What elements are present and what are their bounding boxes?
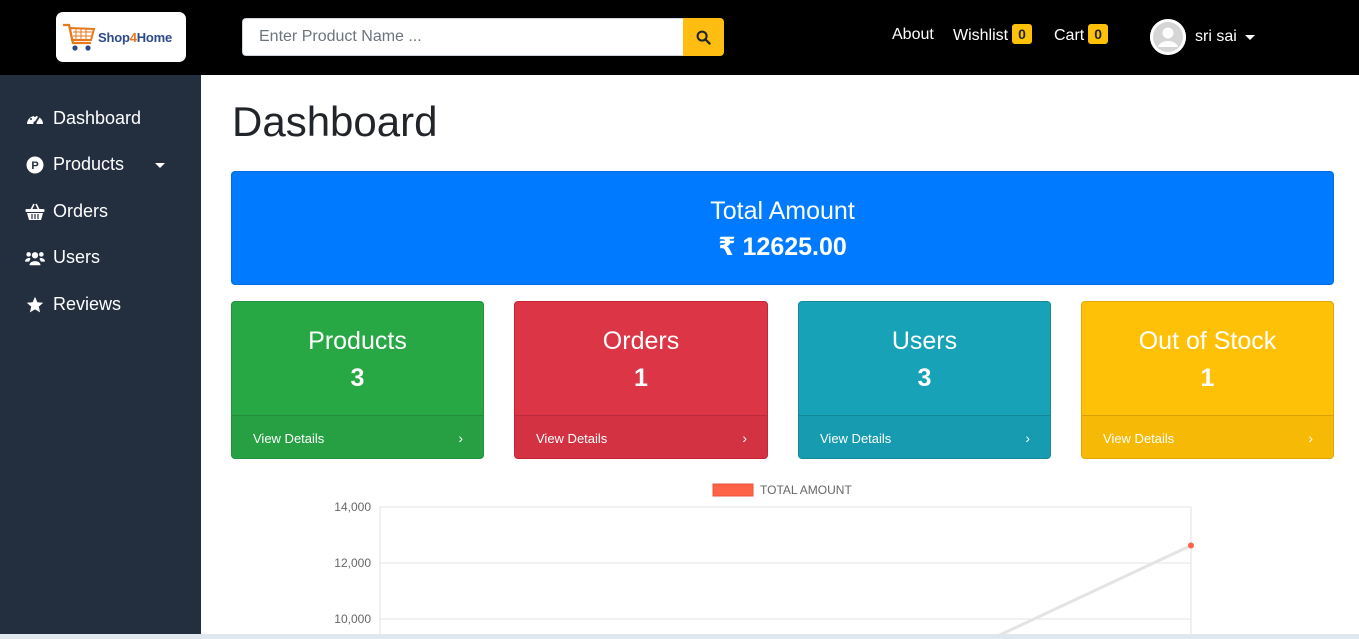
logo-text: Shop4Home: [98, 29, 173, 45]
card-label: Users: [891, 327, 958, 355]
sidebar-item-orders[interactable]: Orders: [25, 201, 108, 222]
user-name: sri sai: [1195, 28, 1237, 45]
series-line: [987, 544, 1192, 639]
search-bar: [242, 18, 724, 56]
y-tick-label: 12,000: [334, 556, 371, 570]
sidebar-item-dashboard[interactable]: Dashboard: [25, 108, 141, 129]
view-details-label: View Details: [253, 430, 325, 446]
products-card: Products 3 View Details ›: [231, 301, 484, 459]
card-label: Orders: [602, 327, 680, 355]
shop4home-logo[interactable]: Shop4Home: [56, 12, 186, 62]
star-icon: [25, 295, 45, 315]
view-details-link[interactable]: View Details ›: [515, 415, 767, 458]
card-value: 1: [634, 364, 648, 392]
horizontal-scrollbar[interactable]: [0, 634, 1359, 639]
y-tick-label: 10,000: [334, 612, 371, 626]
shopping-basket-icon: [25, 202, 45, 222]
cart-count-badge: 0: [1088, 24, 1109, 44]
view-details-label: View Details: [820, 430, 892, 446]
chevron-right-icon: ›: [742, 430, 747, 446]
chevron-right-icon: ›: [1025, 430, 1030, 446]
users-icon: [25, 248, 45, 268]
search-input[interactable]: [242, 18, 683, 56]
chevron-right-icon: ›: [458, 430, 463, 446]
legend-label: TOTAL AMOUNT: [760, 483, 852, 497]
cart-link[interactable]: Cart 0: [1054, 24, 1109, 45]
svg-text:P: P: [31, 160, 38, 172]
chevron-down-icon: [1244, 34, 1255, 40]
search-button[interactable]: [683, 18, 724, 56]
total-amount-card: Total Amount ₹ 12625.00: [231, 171, 1334, 285]
card-label: Out of Stock: [1138, 327, 1277, 355]
sidebar-item-label: Dashboard: [53, 108, 142, 128]
view-details-label: View Details: [536, 430, 608, 446]
view-details-link[interactable]: View Details ›: [232, 415, 483, 458]
total-amount-line-chart: 14,000 12,000 10,000 TOTAL AMOUNT: [334, 483, 1194, 639]
wishlist-link[interactable]: Wishlist 0: [953, 24, 1032, 45]
out-of-stock-card: Out of Stock 1 View Details ›: [1081, 301, 1334, 459]
users-card: Users 3 View Details ›: [798, 301, 1051, 459]
wishlist-label: Wishlist: [953, 27, 1009, 44]
legend-swatch: [712, 483, 754, 497]
dashboard-gauge-icon: [25, 109, 45, 129]
view-details-label: View Details: [1103, 430, 1175, 446]
view-details-link[interactable]: View Details ›: [799, 415, 1050, 458]
card-value: 1: [1200, 364, 1215, 392]
card-label: Products: [308, 327, 407, 355]
avatar: [1150, 19, 1186, 55]
shopping-cart-logo-icon: [63, 23, 96, 51]
sidebar-item-label: Orders: [53, 201, 109, 221]
top-navbar: Shop4Home About Wishlist0 Cart0 sri sai: [0, 0, 1359, 75]
page-title: Dashboard: [232, 98, 438, 145]
user-menu-dropdown[interactable]: sri sai: [1150, 19, 1255, 55]
data-point: [1188, 542, 1194, 549]
wishlist-count-badge: 0: [1012, 24, 1032, 44]
cart-label: Cart: [1054, 27, 1085, 44]
y-tick-label: 14,000: [334, 500, 371, 514]
chevron-right-icon: ›: [1308, 430, 1313, 446]
view-details-link[interactable]: View Details ›: [1082, 415, 1333, 458]
total-amount-label: Total Amount: [710, 197, 855, 225]
product-hunt-icon: P: [25, 155, 45, 175]
total-amount-value: ₹ 12625.00: [718, 233, 847, 261]
sidebar-item-users[interactable]: Users: [25, 247, 100, 268]
sidebar-item-reviews[interactable]: Reviews: [25, 294, 121, 315]
chevron-down-icon[interactable]: [155, 163, 165, 168]
sidebar-item-products[interactable]: P Products: [25, 154, 124, 175]
default-user-avatar-icon: [1150, 19, 1186, 55]
about-link[interactable]: About: [892, 26, 934, 44]
orders-card: Orders 1 View Details ›: [514, 301, 768, 459]
sidebar-item-label: Users: [53, 247, 101, 267]
search-icon: [696, 30, 711, 45]
card-value: 3: [917, 364, 932, 392]
card-value: 3: [350, 364, 365, 392]
sidebar-item-label: Products: [53, 154, 125, 174]
sidebar-item-label: Reviews: [53, 294, 122, 314]
